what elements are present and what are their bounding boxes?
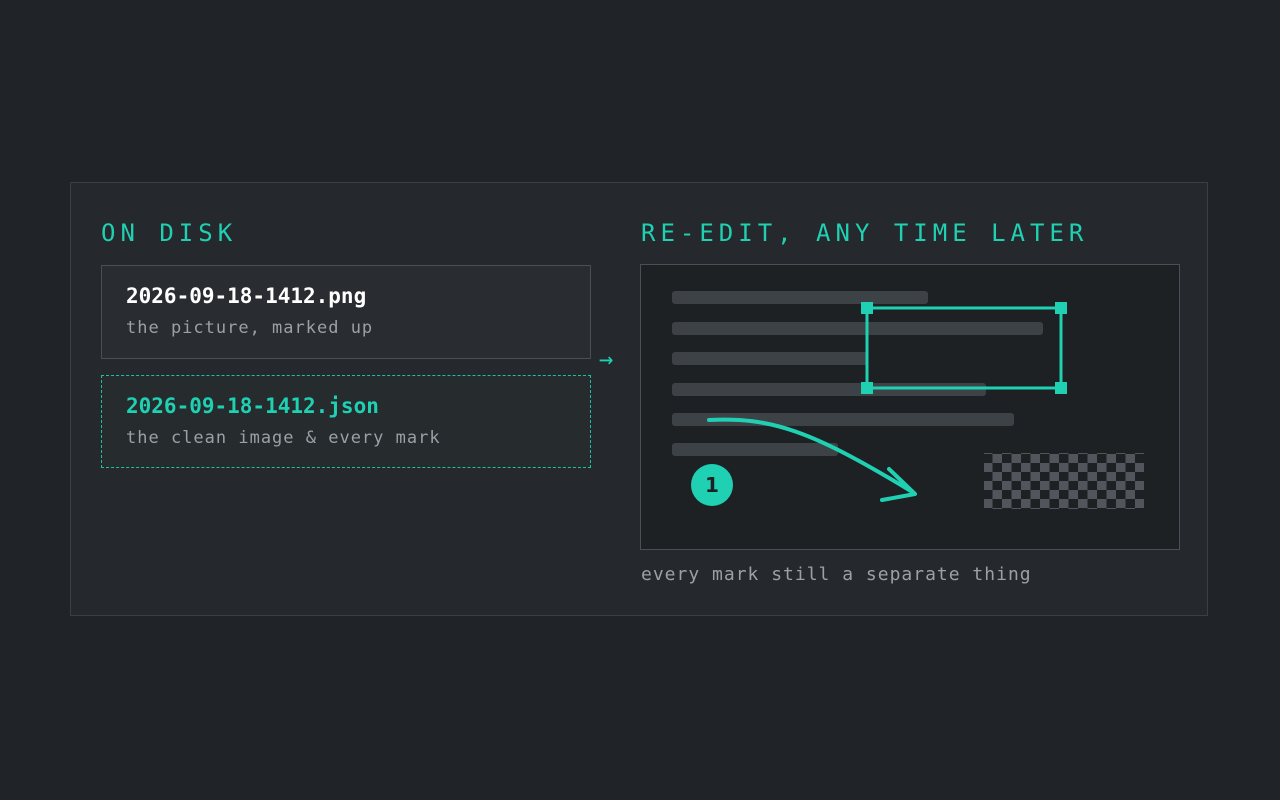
step-badge-number: 1 — [705, 473, 719, 497]
json-file-description: the clean image & every mark — [126, 428, 441, 448]
diagram-panel: ON DISK 2026-09-18-1412.png the picture,… — [70, 182, 1208, 616]
text-line-placeholder — [672, 322, 1043, 335]
pixelate-mark[interactable] — [984, 453, 1144, 509]
selection-rectangle-mark[interactable] — [865, 306, 1063, 390]
preview-canvas: 1 — [672, 291, 1144, 509]
edit-preview: 1 — [640, 264, 1180, 550]
json-file-card: 2026-09-18-1412.json the clean image & e… — [101, 375, 591, 468]
resize-handle[interactable] — [1055, 302, 1067, 314]
resize-handle[interactable] — [861, 302, 873, 314]
flow-arrow-icon: → — [599, 345, 614, 373]
text-line-placeholder — [672, 352, 868, 365]
png-file-description: the picture, marked up — [126, 318, 374, 338]
re-edit-heading: RE-EDIT, ANY TIME LATER — [641, 219, 1089, 247]
text-line-placeholder — [672, 291, 928, 304]
png-file-card: 2026-09-18-1412.png the picture, marked … — [101, 265, 591, 359]
resize-handle[interactable] — [861, 382, 873, 394]
preview-caption: every mark still a separate thing — [641, 564, 1032, 585]
text-line-placeholder — [672, 443, 838, 456]
json-file-name: 2026-09-18-1412.json — [126, 394, 379, 418]
resize-handle[interactable] — [1055, 382, 1067, 394]
curved-arrow-mark[interactable] — [707, 417, 916, 495]
png-file-name: 2026-09-18-1412.png — [126, 284, 367, 308]
on-disk-heading: ON DISK — [101, 219, 238, 247]
